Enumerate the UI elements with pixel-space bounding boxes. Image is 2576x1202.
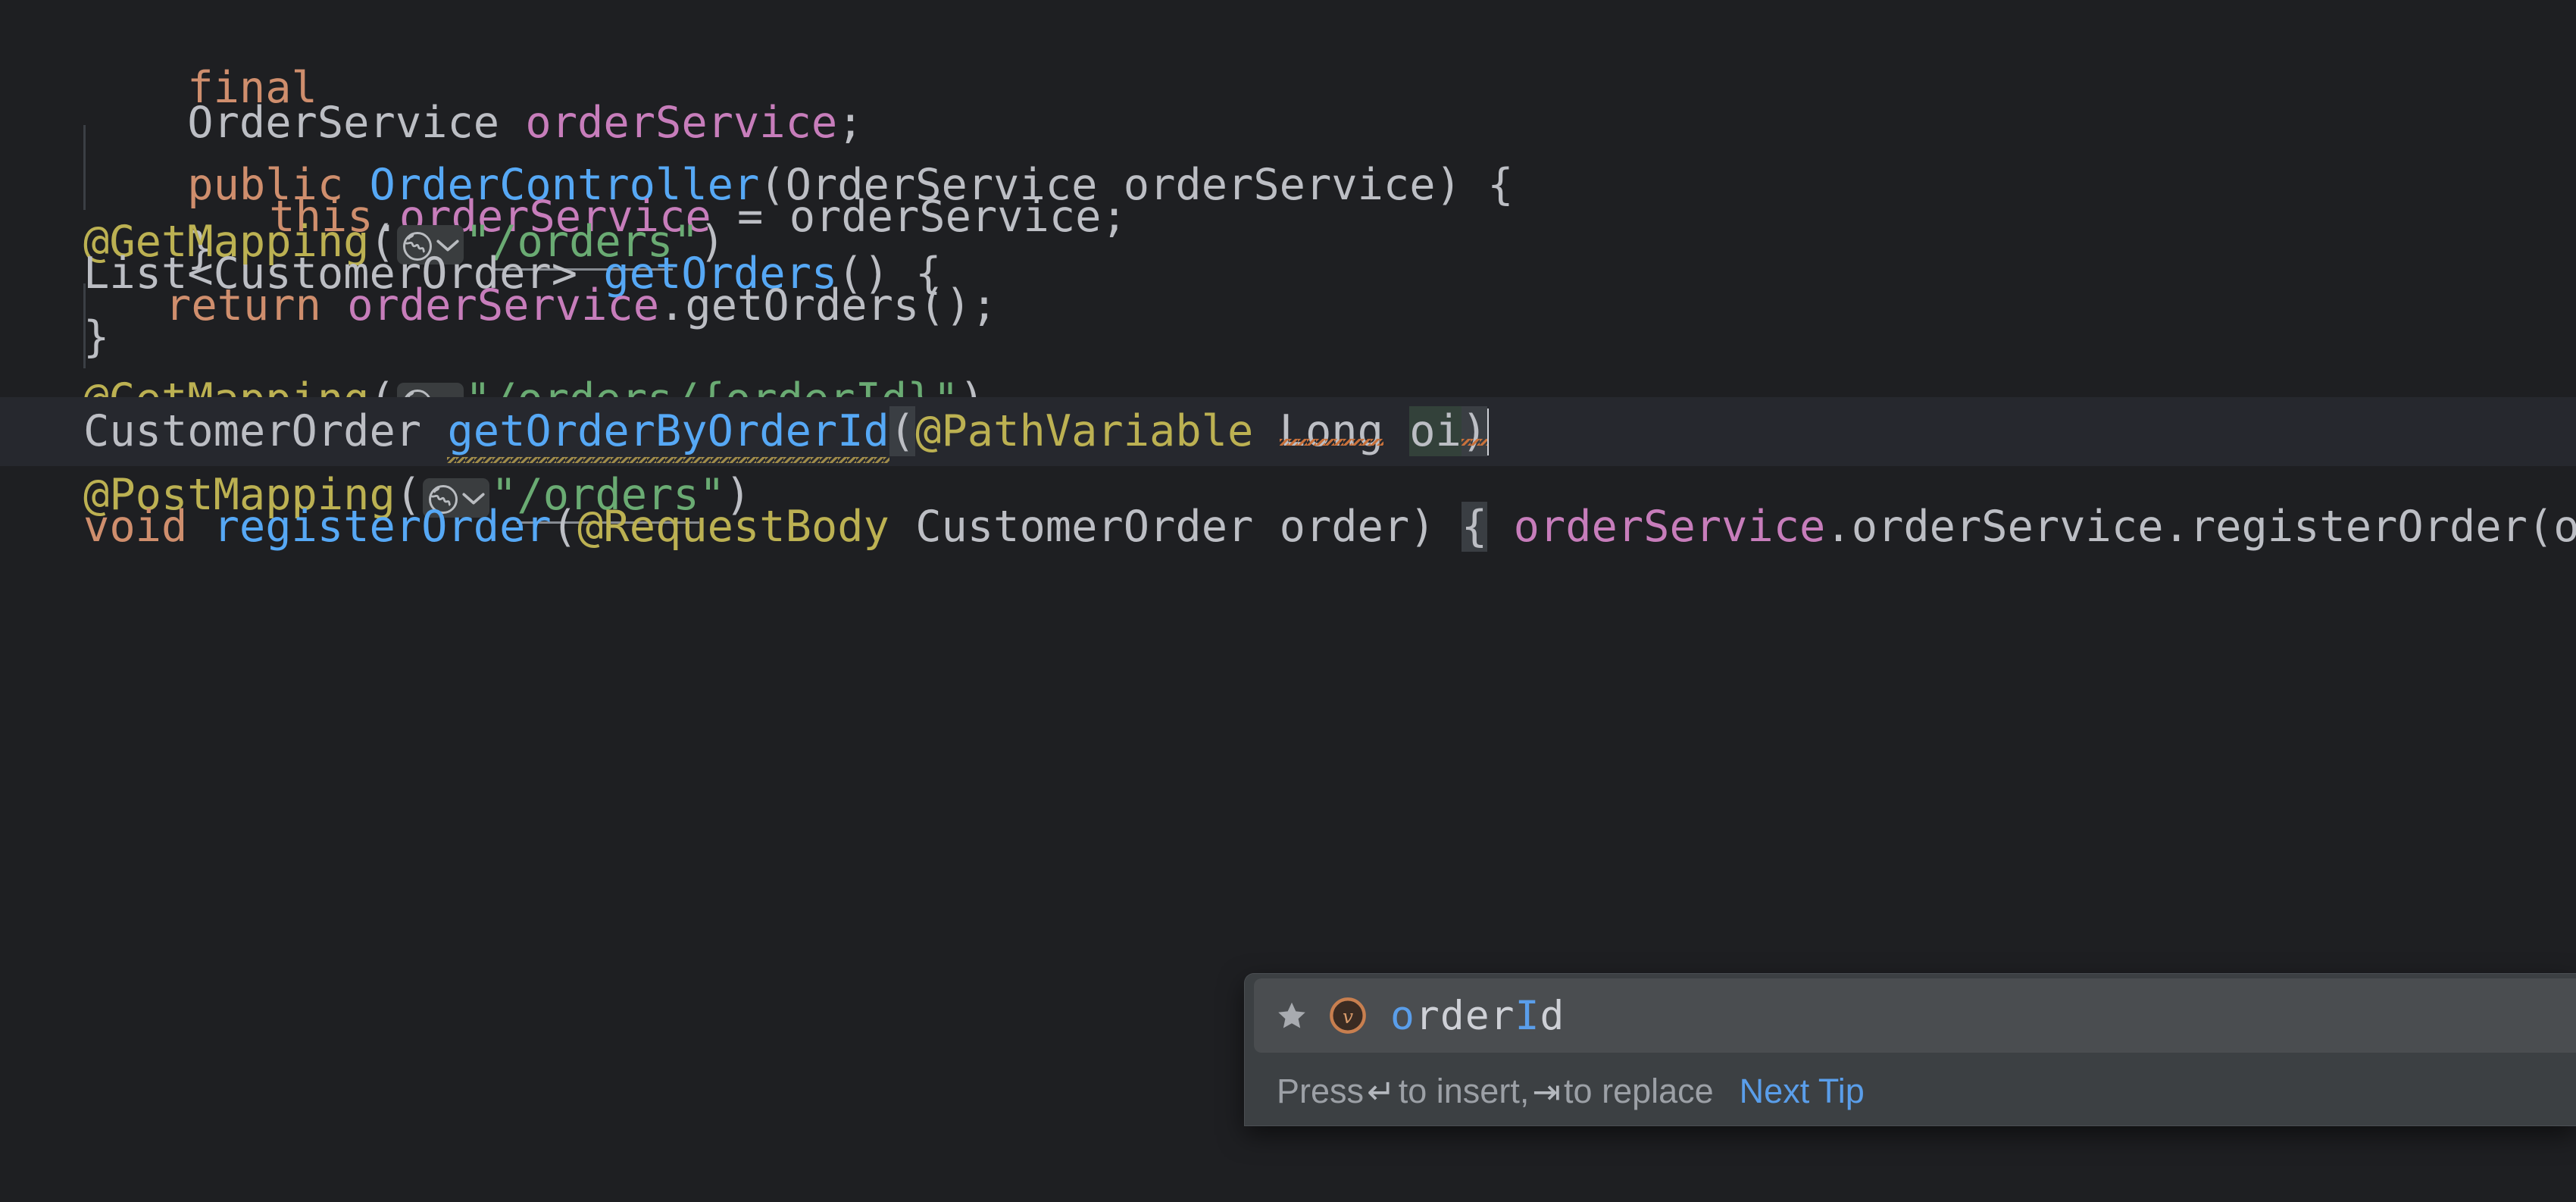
annotation-pathvariable: @PathVariable — [915, 406, 1253, 456]
completion-hint-bar: Press ↵ to insert, ⇥ to replace Next Tip — [1245, 1057, 2576, 1125]
star-icon[interactable] — [1275, 999, 1308, 1032]
method-name-registerorder: registerOrder — [214, 502, 552, 552]
open-paren: ( — [552, 502, 577, 552]
code-completion-popup[interactable]: v orderId Press ↵ to insert, ⇥ to replac… — [1245, 974, 2576, 1125]
match-highlight: I — [1515, 993, 1540, 1039]
keyword-void: void — [83, 502, 187, 552]
param-type-long: Long — [1280, 406, 1383, 456]
space — [1487, 502, 1513, 552]
completion-item-orderid[interactable]: v orderId — [1254, 978, 2576, 1053]
space — [1436, 502, 1462, 552]
next-tip-link[interactable]: Next Tip — [1740, 1072, 1865, 1111]
code-line-2[interactable]: OrderService orderService; — [0, 20, 2576, 89]
space — [187, 502, 213, 552]
match-middle: rder — [1415, 993, 1515, 1039]
hint-suffix: to replace — [1564, 1072, 1714, 1111]
close-paren: ) — [1409, 502, 1435, 552]
annotation-requestbody: @RequestBody — [577, 502, 889, 552]
code-line-6[interactable]: } — [0, 146, 2576, 214]
svg-text:v: v — [1343, 1006, 1353, 1028]
space — [1253, 502, 1279, 552]
open-brace-matched: { — [1462, 502, 1487, 552]
call-registerorder: orderService.registerOrder(order); — [1852, 502, 2576, 552]
completion-list[interactable]: v orderId — [1245, 974, 2576, 1057]
code-line-14-current[interactable]: CustomerOrder getOrderByOrderId(@PathVar… — [0, 397, 2576, 466]
hint-middle: to insert, — [1399, 1072, 1530, 1111]
dot: . — [1825, 502, 1851, 552]
space — [1383, 406, 1409, 456]
match-suffix: d — [1540, 993, 1565, 1039]
close-brace: } — [83, 312, 109, 362]
open-paren-matched: ( — [889, 406, 915, 456]
space — [421, 406, 447, 456]
param-name-oi: oi — [1409, 406, 1462, 456]
code-line-11[interactable]: } — [0, 303, 2576, 372]
return-type-customerorder: CustomerOrder — [83, 406, 421, 456]
enter-key-icon: ↵ — [1364, 1072, 1399, 1112]
param-type-customerorder: CustomerOrder — [915, 502, 1253, 552]
match-prefix: o — [1390, 993, 1415, 1039]
completion-item-label: orderId — [1390, 993, 1565, 1039]
field-ref-orderservice: orderService — [1514, 502, 1826, 552]
close-paren-matched: ) — [1462, 406, 1487, 456]
param-name-order: order — [1280, 502, 1410, 552]
method-name-getorderbyorderid: getOrderByOrderId — [447, 406, 889, 463]
space — [889, 502, 915, 552]
space — [1253, 406, 1279, 456]
code-line-17[interactable]: void registerOrder(@RequestBody Customer… — [0, 493, 2576, 562]
tab-key-icon: ⇥ — [1529, 1072, 1564, 1112]
variable-icon: v — [1328, 996, 1368, 1035]
hint-prefix: Press — [1277, 1072, 1364, 1111]
